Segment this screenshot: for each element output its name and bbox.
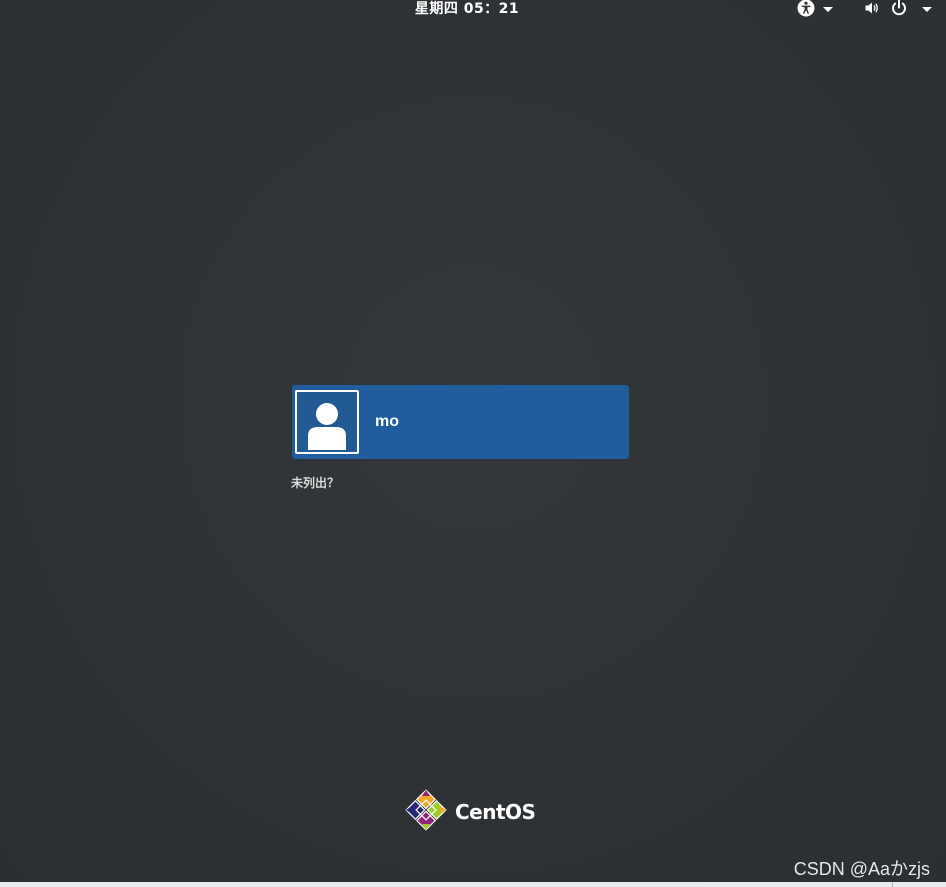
clock[interactable]: 星期四 05：21 [0,0,934,18]
accessibility-menu[interactable] [797,0,833,17]
centos-logo: CentOS [404,788,536,836]
user-name: mo [375,413,399,430]
divider [892,882,893,887]
login-screen: 星期四 05：21 mo 未列出？ CentOS CSDN @Aaかzjs [0,0,946,887]
top-bar: 星期四 05：21 [0,0,946,18]
centos-logo-text: CentOS [455,800,536,824]
volume-icon [864,0,880,16]
bottom-strip [0,882,946,887]
chevron-down-icon [823,6,833,12]
chevron-down-icon [922,6,932,12]
power-icon [890,0,908,17]
watermark: CSDN @Aaかzjs [793,859,930,879]
system-menu[interactable] [864,0,932,17]
user-avatar-icon [295,390,359,454]
user-list-item-mo[interactable]: mo [292,385,629,459]
centos-logo-icon [404,788,448,836]
accessibility-icon [797,0,815,17]
not-listed-link[interactable]: 未列出？ [291,474,339,491]
